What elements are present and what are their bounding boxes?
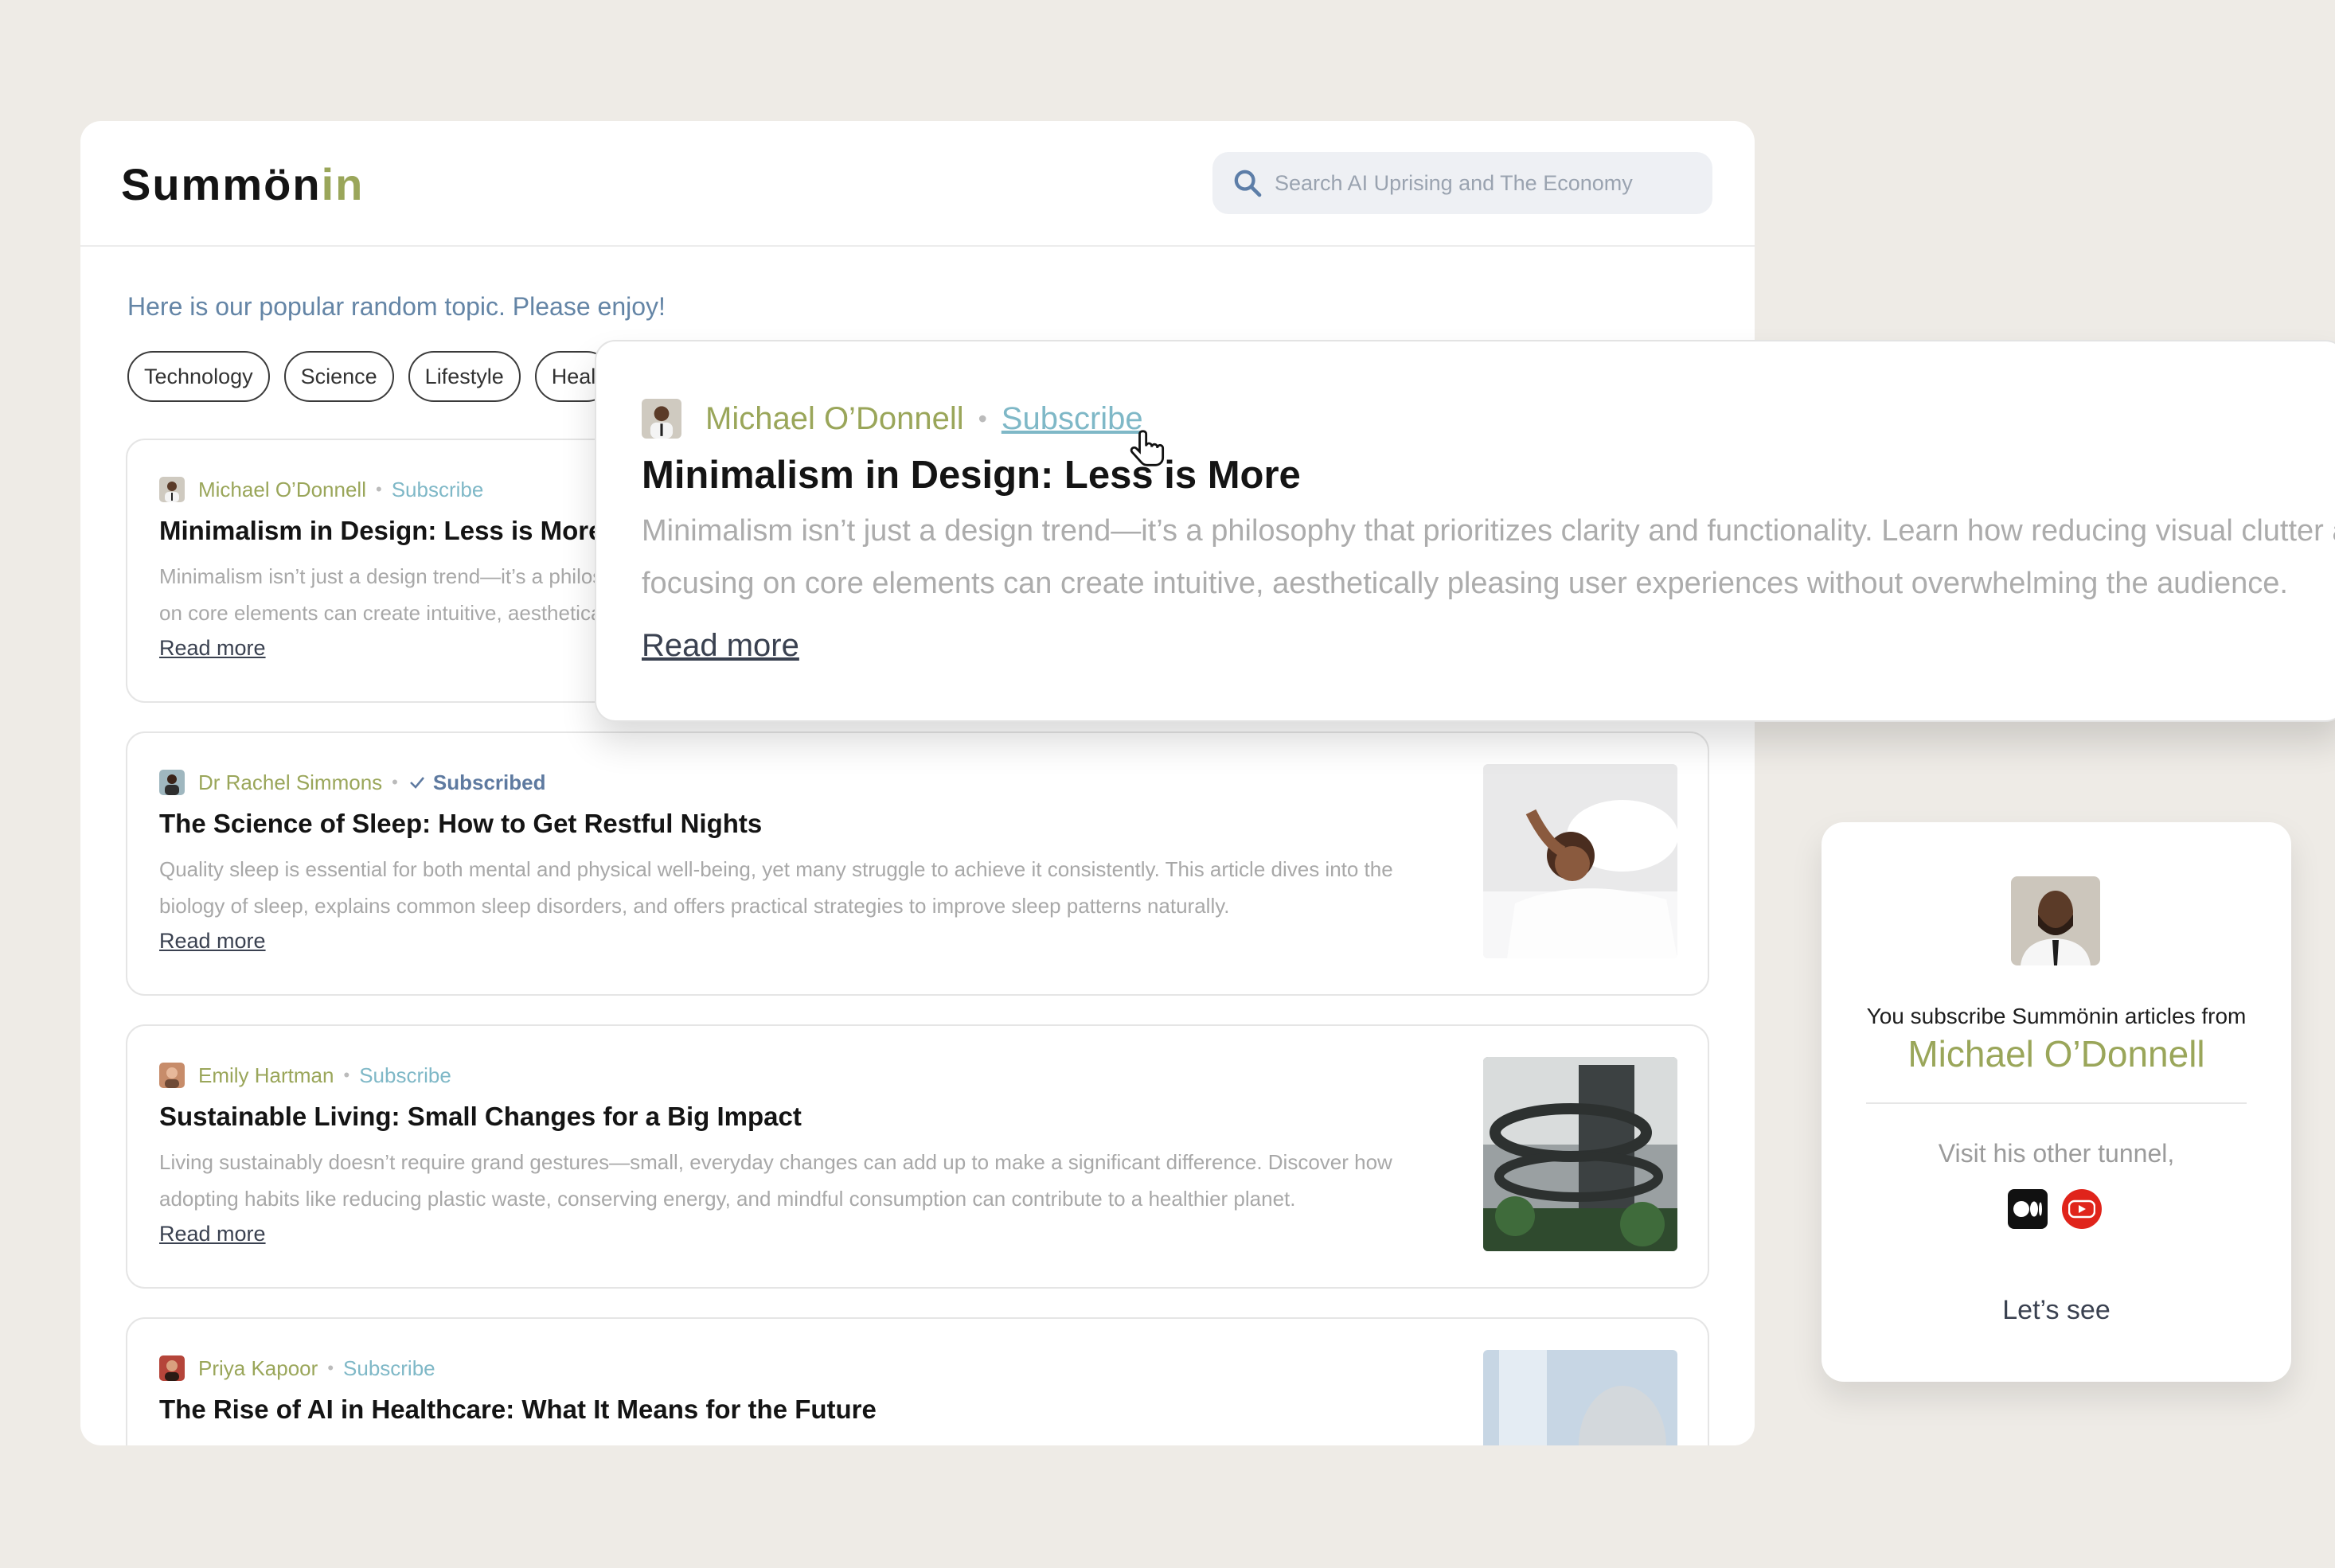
divider bbox=[1866, 1102, 2247, 1104]
subscribe-link[interactable]: Subscribe bbox=[1002, 401, 1143, 437]
read-more-link[interactable]: Read more bbox=[159, 636, 266, 661]
profile-avatar bbox=[2011, 876, 2100, 965]
article-title[interactable]: Minimalism in Design: Less is More bbox=[159, 516, 603, 546]
separator-dot: • bbox=[327, 1358, 334, 1378]
search-icon bbox=[1234, 170, 1262, 197]
separator-dot: • bbox=[392, 772, 398, 792]
article-card: Emily Hartman • Subscribe Sustainable Li… bbox=[126, 1024, 1709, 1289]
subscribe-link[interactable]: Subscribe bbox=[343, 1356, 435, 1381]
search-input[interactable] bbox=[1275, 170, 1689, 196]
author-name[interactable]: Dr Rachel Simmons bbox=[198, 770, 382, 795]
article-excerpt: Living sustainably doesn’t require grand… bbox=[159, 1150, 1392, 1211]
avatar bbox=[159, 770, 185, 795]
check-icon bbox=[409, 777, 424, 789]
author-name[interactable]: Emily Hartman bbox=[198, 1063, 334, 1088]
intro-text: Here is our popular random topic. Please… bbox=[127, 292, 666, 321]
topic-chips: Technology Science Lifestyle Heal bbox=[127, 351, 613, 402]
separator-dot: • bbox=[375, 479, 382, 499]
read-more-link[interactable]: Read more bbox=[159, 929, 266, 954]
article-meta: Emily Hartman • Subscribe bbox=[159, 1063, 451, 1088]
logo-accent: in bbox=[321, 159, 365, 209]
popup-title[interactable]: Minimalism in Design: Less is More bbox=[642, 453, 1301, 497]
search-bar[interactable] bbox=[1212, 152, 1712, 214]
app-window: Summönin Here is our popular random topi… bbox=[80, 121, 1755, 1445]
article-meta: Michael O’Donnell • Subscribe bbox=[159, 477, 483, 502]
subscription-profile-card: You subscribe Summönin articles from Mic… bbox=[1822, 822, 2291, 1382]
subscribe-link[interactable]: Subscribe bbox=[359, 1063, 451, 1088]
article-preview-popup: Michael O’Donnell • Subscribe Minimalism… bbox=[595, 340, 2335, 722]
article-title[interactable]: The Science of Sleep: How to Get Restful… bbox=[159, 809, 762, 839]
article-meta: Dr Rachel Simmons • Subscribed bbox=[159, 770, 545, 795]
app-header: Summönin bbox=[80, 121, 1755, 247]
medium-icon[interactable] bbox=[2008, 1189, 2048, 1229]
article-image-ai[interactable] bbox=[1483, 1350, 1677, 1445]
separator-dot: • bbox=[978, 404, 987, 433]
lets-see-button[interactable]: Let’s see bbox=[1822, 1295, 2291, 1326]
subscribe-link[interactable]: Subscribe bbox=[392, 478, 484, 502]
avatar bbox=[159, 1063, 185, 1088]
subscribed-status[interactable]: Subscribed bbox=[433, 770, 546, 795]
chip-technology[interactable]: Technology bbox=[127, 351, 270, 402]
logo[interactable]: Summönin bbox=[121, 158, 364, 210]
popup-excerpt-line: Minimalism isn’t just a design trend—it’… bbox=[642, 514, 2335, 548]
profile-caption: You subscribe Summönin articles from bbox=[1866, 1004, 2247, 1028]
article-card: Priya Kapoor • Subscribe The Rise of AI … bbox=[126, 1317, 1709, 1445]
chip-lifestyle[interactable]: Lifestyle bbox=[408, 351, 521, 402]
social-links bbox=[2008, 1189, 2102, 1229]
youtube-icon[interactable] bbox=[2062, 1189, 2102, 1229]
article-excerpt: Artificial Intelligence is transforming … bbox=[159, 1437, 1449, 1445]
article-title[interactable]: Sustainable Living: Small Changes for a … bbox=[159, 1102, 802, 1132]
article-excerpt: Quality sleep is essential for both ment… bbox=[159, 857, 1393, 918]
popup-excerpt: Minimalism isn’t just a design trend—it’… bbox=[642, 505, 2335, 610]
avatar bbox=[159, 1355, 185, 1381]
avatar bbox=[642, 399, 681, 439]
author-name[interactable]: Priya Kapoor bbox=[198, 1356, 318, 1381]
logo-text: Summön bbox=[121, 159, 322, 209]
chip-science[interactable]: Science bbox=[283, 351, 394, 402]
article-card: Dr Rachel Simmons • Subscribed The Scien… bbox=[126, 731, 1709, 996]
read-more-link[interactable]: Read more bbox=[642, 628, 799, 664]
separator-dot: • bbox=[343, 1065, 350, 1085]
avatar bbox=[159, 477, 185, 502]
article-meta: Priya Kapoor • Subscribe bbox=[159, 1355, 435, 1381]
popup-meta: Michael O’Donnell • Subscribe bbox=[642, 399, 1143, 439]
popup-excerpt-line: focusing on core elements can create int… bbox=[642, 567, 2288, 600]
visit-text: Visit his other tunnel, bbox=[1938, 1139, 2175, 1168]
article-image-building[interactable] bbox=[1483, 1057, 1677, 1251]
author-name[interactable]: Michael O’Donnell bbox=[705, 401, 964, 437]
article-image-sleep[interactable] bbox=[1483, 764, 1677, 958]
article-title[interactable]: The Rise of AI in Healthcare: What It Me… bbox=[159, 1394, 877, 1425]
profile-author-name[interactable]: Michael O’Donnell bbox=[1822, 1032, 2291, 1075]
author-name[interactable]: Michael O’Donnell bbox=[198, 478, 366, 502]
read-more-link[interactable]: Read more bbox=[159, 1222, 266, 1246]
